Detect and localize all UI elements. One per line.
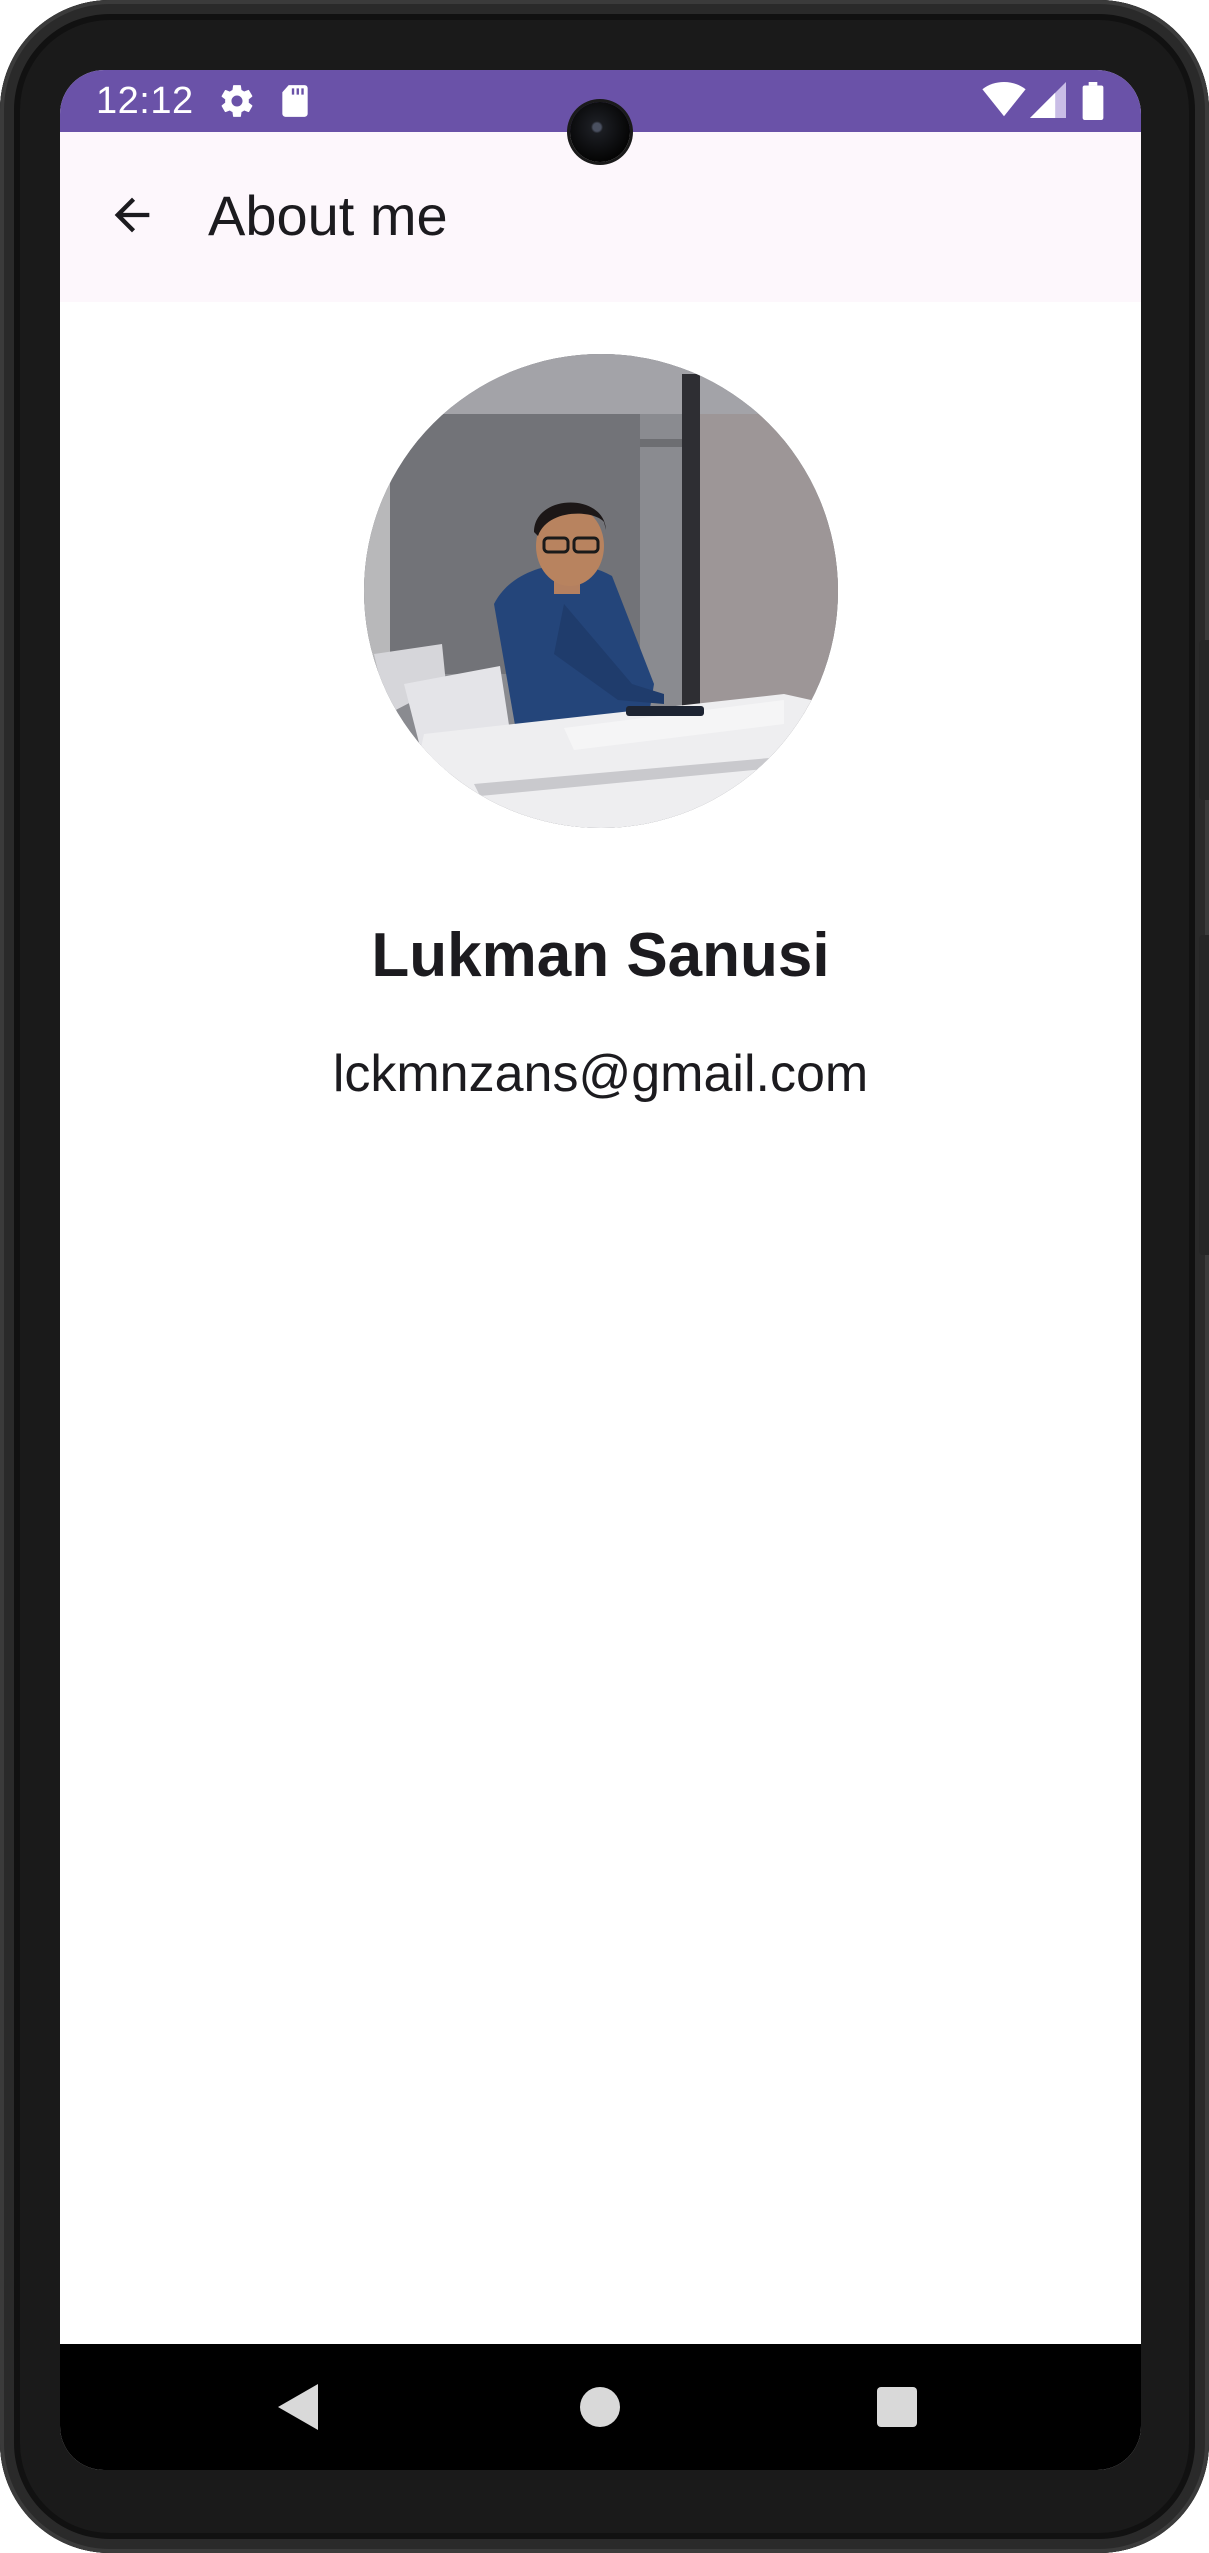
profile-photo	[364, 354, 838, 828]
nav-home-button[interactable]	[565, 2372, 635, 2442]
profile-email: lckmnzans@gmail.com	[332, 1045, 869, 1103]
gear-icon	[221, 85, 253, 117]
battery-icon	[1082, 82, 1104, 120]
home-circle-icon	[580, 2387, 620, 2427]
back-button[interactable]	[84, 167, 180, 263]
cell-signal-icon	[1030, 82, 1066, 118]
power-button	[1199, 640, 1209, 800]
volume-button	[1199, 935, 1209, 1255]
sd-card-icon	[282, 85, 308, 117]
back-triangle-icon	[278, 2384, 318, 2430]
phone-screen: 12:12 About me Lukman Sanusi lckmnzans@g…	[60, 70, 1141, 2470]
page-title: About me	[208, 184, 448, 247]
arrow-back-icon	[114, 197, 150, 233]
status-time: 12:12	[96, 80, 194, 122]
about-content: Lukman Sanusi lckmnzans@gmail.com	[60, 302, 1141, 2312]
front-camera	[570, 102, 630, 162]
nav-back-button[interactable]	[263, 2372, 333, 2442]
profile-name: Lukman Sanusi	[371, 921, 830, 990]
system-navigation-bar	[60, 2344, 1141, 2470]
wifi-icon	[982, 82, 1026, 117]
profile-photo-image	[364, 354, 838, 828]
phone-frame: 12:12 About me Lukman Sanusi lckmnzans@g…	[0, 0, 1209, 2553]
nav-recents-button[interactable]	[862, 2372, 932, 2442]
recents-square-icon	[877, 2387, 917, 2427]
